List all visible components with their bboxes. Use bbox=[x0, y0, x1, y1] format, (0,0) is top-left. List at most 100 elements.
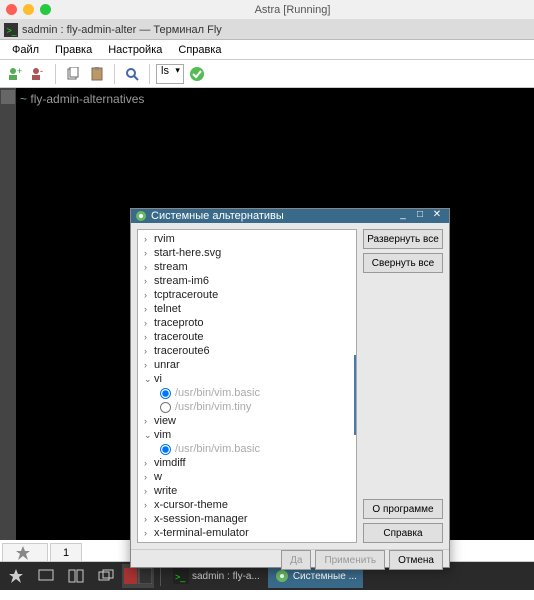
tree-item[interactable]: ›view bbox=[140, 414, 354, 428]
close-icon[interactable] bbox=[6, 4, 17, 15]
close-button[interactable]: ✕ bbox=[429, 209, 445, 223]
tree-item[interactable]: ›x-session-manager bbox=[140, 512, 354, 526]
copy-icon[interactable] bbox=[62, 63, 84, 85]
tree-item[interactable]: ⌄vim bbox=[140, 428, 354, 442]
desktop-icon bbox=[38, 568, 54, 584]
tile-button[interactable] bbox=[62, 564, 90, 588]
alternatives-tree[interactable]: ›rvim›start-here.svg›stream›stream-im6›t… bbox=[137, 229, 357, 543]
windows-button[interactable] bbox=[92, 564, 120, 588]
run-ok-icon[interactable] bbox=[186, 63, 208, 85]
alternative-radio[interactable] bbox=[160, 444, 171, 455]
tree-child[interactable]: /usr/bin/vim.basic bbox=[140, 386, 354, 400]
tree-item[interactable]: ›write bbox=[140, 484, 354, 498]
tree-item[interactable]: ›x-cursor-theme bbox=[140, 498, 354, 512]
chevron-right-icon[interactable]: › bbox=[144, 234, 154, 244]
collapse-all-button[interactable]: Свернуть все bbox=[363, 253, 443, 273]
menu-help[interactable]: Справка bbox=[170, 42, 229, 58]
tree-item[interactable]: ›unrar bbox=[140, 358, 354, 372]
menu-settings[interactable]: Настройка bbox=[100, 42, 170, 58]
alternative-radio[interactable] bbox=[160, 388, 171, 399]
tree-item[interactable]: ›rvim bbox=[140, 232, 354, 246]
tree-item[interactable]: ›stream-im6 bbox=[140, 274, 354, 288]
tree-item[interactable]: ⌄vi bbox=[140, 372, 354, 386]
help-button[interactable]: Справка bbox=[363, 523, 443, 543]
prompt-prefix: ~ bbox=[20, 92, 27, 106]
tree-item[interactable]: ›start-here.svg bbox=[140, 246, 354, 260]
tree-label: tcptraceroute bbox=[154, 289, 218, 301]
app-titlebar: >_ sadmin : fly-admin-alter — Терминал F… bbox=[0, 20, 534, 40]
chevron-right-icon[interactable]: › bbox=[144, 416, 154, 426]
tree-label: rvim bbox=[154, 233, 175, 245]
about-button[interactable]: О программе bbox=[363, 499, 443, 519]
tree-label: x-terminal-emulator bbox=[154, 527, 249, 539]
tree-item[interactable]: ›vimdiff bbox=[140, 456, 354, 470]
tab-star[interactable] bbox=[2, 543, 48, 561]
command-combo[interactable]: ls bbox=[156, 64, 184, 84]
menu-file[interactable]: Файл bbox=[4, 42, 47, 58]
chevron-right-icon[interactable]: › bbox=[144, 262, 154, 272]
tree-label: x-cursor-theme bbox=[154, 499, 228, 511]
desktop-button[interactable] bbox=[32, 564, 60, 588]
tree-label: vimdiff bbox=[154, 457, 186, 469]
zoom-icon[interactable] bbox=[40, 4, 51, 15]
chevron-right-icon[interactable]: › bbox=[144, 528, 154, 538]
alternative-path: /usr/bin/vim.tiny bbox=[175, 401, 251, 413]
chevron-down-icon[interactable]: ⌄ bbox=[144, 430, 154, 441]
svg-text:-: - bbox=[40, 66, 43, 76]
terminal-sidebar-icon[interactable] bbox=[1, 90, 15, 104]
tree-label: unrar bbox=[154, 359, 180, 371]
workspace-icon bbox=[124, 568, 152, 584]
maximize-button[interactable]: □ bbox=[412, 209, 428, 223]
chevron-right-icon[interactable]: › bbox=[144, 332, 154, 342]
tree-item[interactable]: ›tcptraceroute bbox=[140, 288, 354, 302]
mac-titlebar: Astra [Running] bbox=[0, 0, 534, 20]
chevron-right-icon[interactable]: › bbox=[144, 276, 154, 286]
chevron-down-icon[interactable]: ⌄ bbox=[144, 374, 154, 385]
expand-all-button[interactable]: Развернуть все bbox=[363, 229, 443, 249]
menu-edit[interactable]: Правка bbox=[47, 42, 100, 58]
minimize-icon[interactable] bbox=[23, 4, 34, 15]
prompt-command: fly-admin-alternatives bbox=[30, 92, 144, 106]
tree-label: vi bbox=[154, 373, 162, 385]
chevron-right-icon[interactable]: › bbox=[144, 514, 154, 524]
tree-item[interactable]: ›stream bbox=[140, 260, 354, 274]
terminal[interactable]: ~ fly-admin-alternatives Системные альте… bbox=[0, 88, 534, 540]
tree-item[interactable]: ›telnet bbox=[140, 302, 354, 316]
tree-item[interactable]: ›traceproto bbox=[140, 316, 354, 330]
alternative-path: /usr/bin/vim.basic bbox=[175, 443, 260, 455]
start-button[interactable] bbox=[2, 564, 30, 588]
chevron-right-icon[interactable]: › bbox=[144, 346, 154, 356]
paste-icon[interactable] bbox=[86, 63, 108, 85]
tree-item[interactable]: ›traceroute6 bbox=[140, 344, 354, 358]
chevron-right-icon[interactable]: › bbox=[144, 304, 154, 314]
add-user-green-icon[interactable]: + bbox=[4, 63, 26, 85]
mac-title: Astra [Running] bbox=[57, 4, 528, 16]
search-icon[interactable] bbox=[121, 63, 143, 85]
dialog-titlebar[interactable]: Системные альтернативы _ □ ✕ bbox=[131, 209, 449, 223]
yes-button[interactable]: Да bbox=[281, 550, 311, 570]
tree-item[interactable]: ›w bbox=[140, 470, 354, 484]
chevron-right-icon[interactable]: › bbox=[144, 500, 154, 510]
tab-1[interactable]: 1 bbox=[50, 543, 82, 561]
tile-icon bbox=[68, 568, 84, 584]
chevron-right-icon[interactable]: › bbox=[144, 486, 154, 496]
cancel-button[interactable]: Отмена bbox=[389, 550, 443, 570]
tree-item[interactable]: ›traceroute bbox=[140, 330, 354, 344]
chevron-right-icon[interactable]: › bbox=[144, 248, 154, 258]
chevron-right-icon[interactable]: › bbox=[144, 458, 154, 468]
minimize-button[interactable]: _ bbox=[395, 209, 411, 223]
chevron-right-icon[interactable]: › bbox=[144, 290, 154, 300]
apply-button[interactable]: Применить bbox=[315, 550, 385, 570]
scrollbar[interactable] bbox=[354, 355, 356, 435]
tree-label: x-session-manager bbox=[154, 513, 248, 525]
tree-child[interactable]: /usr/bin/vim.tiny bbox=[140, 400, 354, 414]
tree-child[interactable]: /usr/bin/vim.basic bbox=[140, 442, 354, 456]
alternatives-icon bbox=[135, 210, 147, 222]
remove-user-red-icon[interactable]: - bbox=[27, 63, 49, 85]
chevron-right-icon[interactable]: › bbox=[144, 472, 154, 482]
chevron-right-icon[interactable]: › bbox=[144, 360, 154, 370]
alternative-radio[interactable] bbox=[160, 402, 171, 413]
dialog-footer: Да Применить Отмена bbox=[131, 549, 449, 570]
chevron-right-icon[interactable]: › bbox=[144, 318, 154, 328]
tree-item[interactable]: ›x-terminal-emulator bbox=[140, 526, 354, 540]
